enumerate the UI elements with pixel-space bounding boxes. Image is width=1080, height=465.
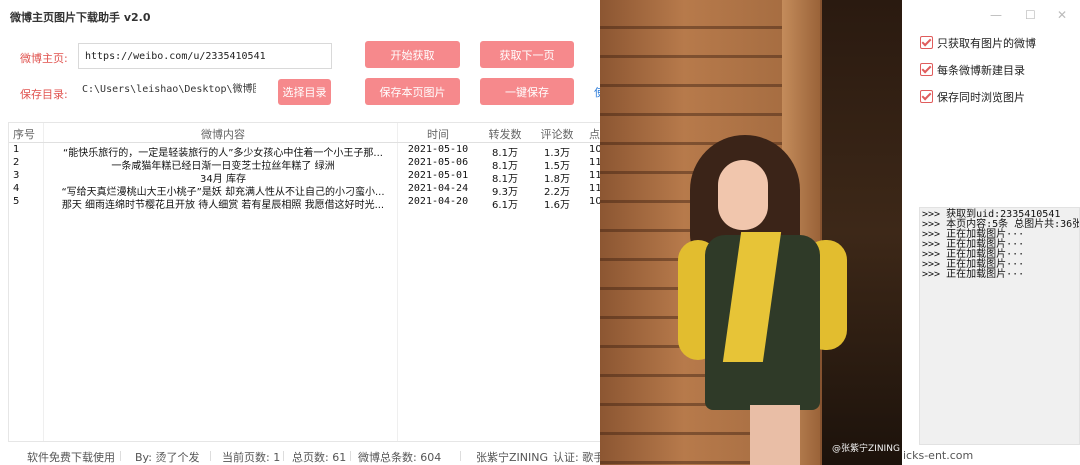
table-row[interactable]: 2 一条咸猫年糕已经日渐一日变芝士拉丝年糕了 绿洲 2021-05-06 8.1… <box>9 157 601 172</box>
log-line: >>> 正在加载图片··· <box>922 269 1025 280</box>
status-separator <box>120 451 121 461</box>
minimize-icon[interactable]: — <box>990 8 1002 22</box>
free-notice: 软件免费下载使用 <box>27 451 115 464</box>
column-header-time[interactable]: 时间 <box>401 126 475 142</box>
start-fetch-button[interactable]: 开始获取 <box>365 41 460 68</box>
row-comments: 1.6万 <box>544 200 570 211</box>
homepage-url-input[interactable] <box>78 43 332 69</box>
log-console[interactable]: >>> 获取到uid:2335410541 >>> 本页内容:5条 总图片共:3… <box>919 207 1080 445</box>
status-separator <box>350 451 351 461</box>
table-row[interactable]: 5 那天 细雨连绵时节樱花且开放 待人细赏 若有星辰相照 我愿借这好时光... … <box>9 196 601 211</box>
column-header-comments[interactable]: 评论数 <box>531 126 583 142</box>
row-index: 5 <box>13 196 20 207</box>
checkbox-checked-icon[interactable] <box>920 36 933 49</box>
total-pages: 总页数: 61 <box>292 451 347 464</box>
app-window: 微博主页图片下载助手 v2.0 — ☐ ✕ 微博主页: 保存目录: C:\Use… <box>0 0 1080 465</box>
row-time: 2021-05-01 <box>407 170 469 181</box>
table-row[interactable]: 3 34月 库存 2021-05-01 8.1万 1.8万 11 <box>9 170 601 185</box>
homepage-label: 微博主页: <box>20 52 68 65</box>
option-label: 保存同时浏览图片 <box>937 91 1025 104</box>
row-index: 1 <box>13 144 20 155</box>
image-watermark: @张紫宁ZINING <box>832 444 900 454</box>
option-label: 每条微博新建目录 <box>937 64 1025 77</box>
status-separator <box>460 451 461 461</box>
checkbox-checked-icon[interactable] <box>920 63 933 76</box>
checkbox-checked-icon[interactable] <box>920 90 933 103</box>
row-forwards: 6.1万 <box>492 200 518 211</box>
choose-dir-button[interactable]: 选择目录 <box>278 79 331 105</box>
current-page: 当前页数: 1 <box>222 451 281 464</box>
row-content: 那天 细雨连绵时节樱花且开放 待人细赏 若有星辰相照 我愿借这好时光... <box>61 200 385 211</box>
author-credit: By: 烫了个发 <box>135 451 200 464</box>
save-page-images-button[interactable]: 保存本页图片 <box>365 78 460 105</box>
save-dir-input[interactable]: C:\Users\leishao\Desktop\微博图下载 <box>78 80 256 104</box>
row-time: 2021-05-10 <box>407 144 469 155</box>
fetch-next-page-button[interactable]: 获取下一页 <box>480 41 574 68</box>
total-weibo: 微博总条数: 604 <box>358 451 442 464</box>
maximize-icon[interactable]: ☐ <box>1025 8 1036 22</box>
status-separator <box>210 451 211 461</box>
one-click-save-button[interactable]: 一键保存 <box>480 78 574 105</box>
doorway-shape <box>822 0 902 465</box>
column-header-content[interactable]: 微博内容 <box>47 126 399 142</box>
table-row[interactable]: 1 “能快乐旅行的，一定是轻装旅行的人”多少女孩心中住着一个小王子那... 20… <box>9 144 601 159</box>
row-index: 4 <box>13 183 20 194</box>
table-row[interactable]: 4 “写给天真烂漫桃山大王小桃子”是妖 却充满人性从不让自己的小刁蛮小... 2… <box>9 183 601 198</box>
option-only-with-images[interactable]: 只获取有图片的微博 <box>920 35 1036 51</box>
status-bar: 软件免费下载使用 By: 烫了个发 当前页数: 1 总页数: 61 微博总条数:… <box>0 445 604 465</box>
option-browse-while-saving[interactable]: 保存同时浏览图片 <box>920 89 1025 105</box>
status-url-fragment: icks-ent.com <box>903 449 974 462</box>
window-title: 微博主页图片下载助手 v2.0 <box>10 11 151 24</box>
weibo-table: 序号 微博内容 时间 转发数 评论数 点 1 “能快乐旅行的，一定是轻装旅行的人… <box>8 122 602 442</box>
auth-info: 认证: 歌手 <box>553 451 605 464</box>
close-icon[interactable]: ✕ <box>1057 8 1067 22</box>
row-time: 2021-04-20 <box>407 196 469 207</box>
row-index: 2 <box>13 157 20 168</box>
row-time: 2021-05-06 <box>407 157 469 168</box>
save-dir-label: 保存目录: <box>20 88 68 101</box>
table-header: 序号 微博内容 时间 转发数 评论数 点 <box>9 123 601 143</box>
face-shape <box>718 160 768 230</box>
status-separator <box>283 451 284 461</box>
image-preview: @张紫宁ZINING <box>600 0 902 465</box>
option-label: 只获取有图片的微博 <box>937 37 1036 50</box>
user-name: 张紫宁ZINING <box>476 451 549 464</box>
row-index: 3 <box>13 170 20 181</box>
row-time: 2021-04-24 <box>407 183 469 194</box>
legs-shape <box>750 405 800 465</box>
column-header-index[interactable]: 序号 <box>13 126 43 142</box>
column-header-forwards[interactable]: 转发数 <box>479 126 531 142</box>
option-new-folder-per-weibo[interactable]: 每条微博新建目录 <box>920 62 1025 78</box>
